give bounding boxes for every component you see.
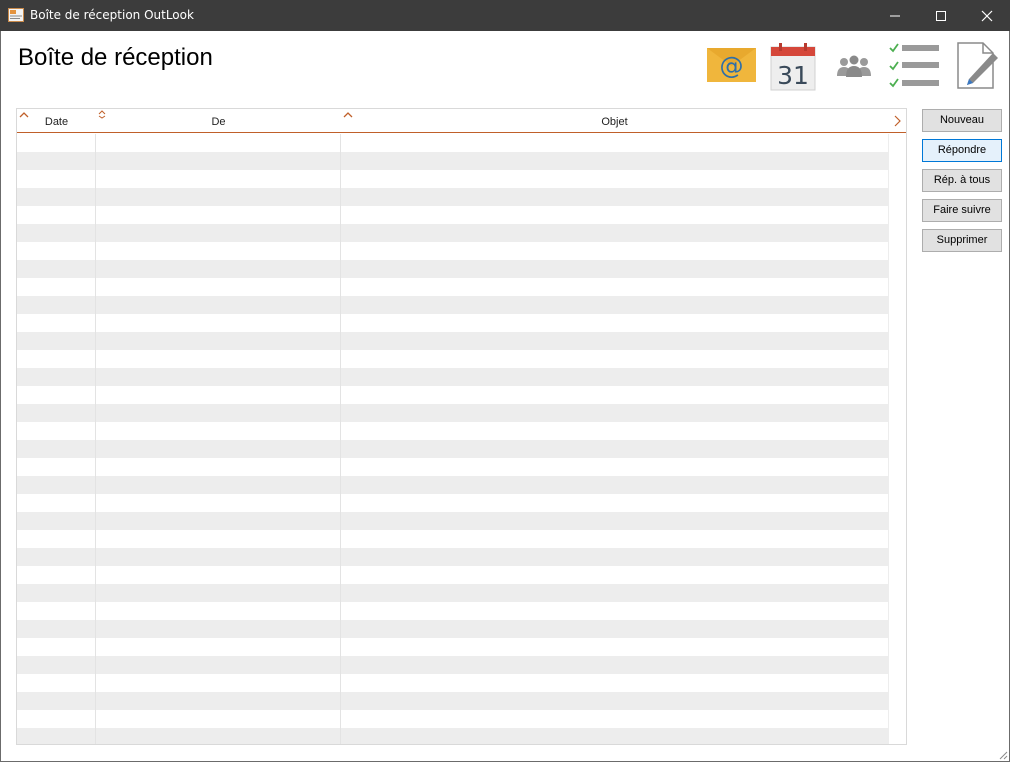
table-row[interactable]	[17, 422, 888, 440]
table-row[interactable]	[17, 386, 888, 404]
forward-button[interactable]: Faire suivre	[922, 199, 1002, 222]
table-row[interactable]	[17, 584, 888, 602]
minimize-button[interactable]	[872, 0, 918, 31]
svg-text:@: @	[720, 52, 744, 80]
scroll-right-icon[interactable]	[893, 115, 901, 127]
table-row[interactable]	[17, 458, 888, 476]
table-row[interactable]	[17, 368, 888, 386]
table-row[interactable]	[17, 224, 888, 242]
reply-all-button[interactable]: Rép. à tous	[922, 169, 1002, 192]
table-row[interactable]	[17, 494, 888, 512]
contacts-icon[interactable]	[836, 55, 872, 79]
calendar-day: 31	[777, 61, 809, 90]
minimize-icon	[890, 15, 900, 17]
table-row[interactable]	[17, 602, 888, 620]
table-row[interactable]	[17, 440, 888, 458]
table-row[interactable]	[17, 296, 888, 314]
table-row[interactable]	[17, 674, 888, 692]
table-row[interactable]	[17, 260, 888, 278]
table-row[interactable]	[17, 314, 888, 332]
grid-header: Date De Objet	[17, 109, 906, 133]
column-header-objet[interactable]: Objet	[341, 109, 888, 133]
close-icon	[981, 10, 993, 22]
window-title: Boîte de réception OutLook	[30, 8, 194, 22]
table-row[interactable]	[17, 206, 888, 224]
table-row[interactable]	[17, 332, 888, 350]
table-row[interactable]	[17, 530, 888, 548]
table-row[interactable]	[17, 134, 888, 152]
resize-grip-icon[interactable]	[996, 748, 1008, 760]
table-row[interactable]	[17, 638, 888, 656]
table-row[interactable]	[17, 728, 888, 744]
reply-button[interactable]: Répondre	[922, 139, 1002, 162]
table-row[interactable]	[17, 566, 888, 584]
table-row[interactable]	[17, 692, 888, 710]
table-row[interactable]	[17, 512, 888, 530]
table-row[interactable]	[17, 188, 888, 206]
vertical-scrollbar-track[interactable]	[888, 134, 906, 744]
mail-icon[interactable]: @	[706, 46, 757, 84]
table-row[interactable]	[17, 710, 888, 728]
table-row[interactable]	[17, 656, 888, 674]
grid-body[interactable]	[17, 134, 888, 744]
table-row[interactable]	[17, 350, 888, 368]
table-row[interactable]	[17, 404, 888, 422]
maximize-icon	[936, 11, 946, 21]
table-row[interactable]	[17, 152, 888, 170]
app-icon	[8, 7, 24, 23]
page-title: Boîte de réception	[18, 44, 213, 71]
table-row[interactable]	[17, 278, 888, 296]
notes-icon[interactable]	[955, 41, 999, 90]
messages-grid[interactable]: Date De Objet	[16, 108, 907, 745]
column-header-de[interactable]: De	[96, 109, 341, 133]
column-header-date[interactable]: Date	[17, 109, 96, 133]
column-divider	[95, 134, 96, 744]
delete-button[interactable]: Supprimer	[922, 229, 1002, 252]
table-row[interactable]	[17, 548, 888, 566]
tasks-icon[interactable]	[888, 42, 940, 90]
title-bar[interactable]: Boîte de réception OutLook	[0, 0, 1010, 31]
column-divider	[340, 134, 341, 744]
table-row[interactable]	[17, 476, 888, 494]
close-button[interactable]	[964, 0, 1010, 31]
table-row[interactable]	[17, 620, 888, 638]
maximize-button[interactable]	[918, 0, 964, 31]
table-row[interactable]	[17, 170, 888, 188]
new-button[interactable]: Nouveau	[922, 109, 1002, 132]
calendar-icon[interactable]: 31	[770, 42, 816, 91]
table-row[interactable]	[17, 242, 888, 260]
